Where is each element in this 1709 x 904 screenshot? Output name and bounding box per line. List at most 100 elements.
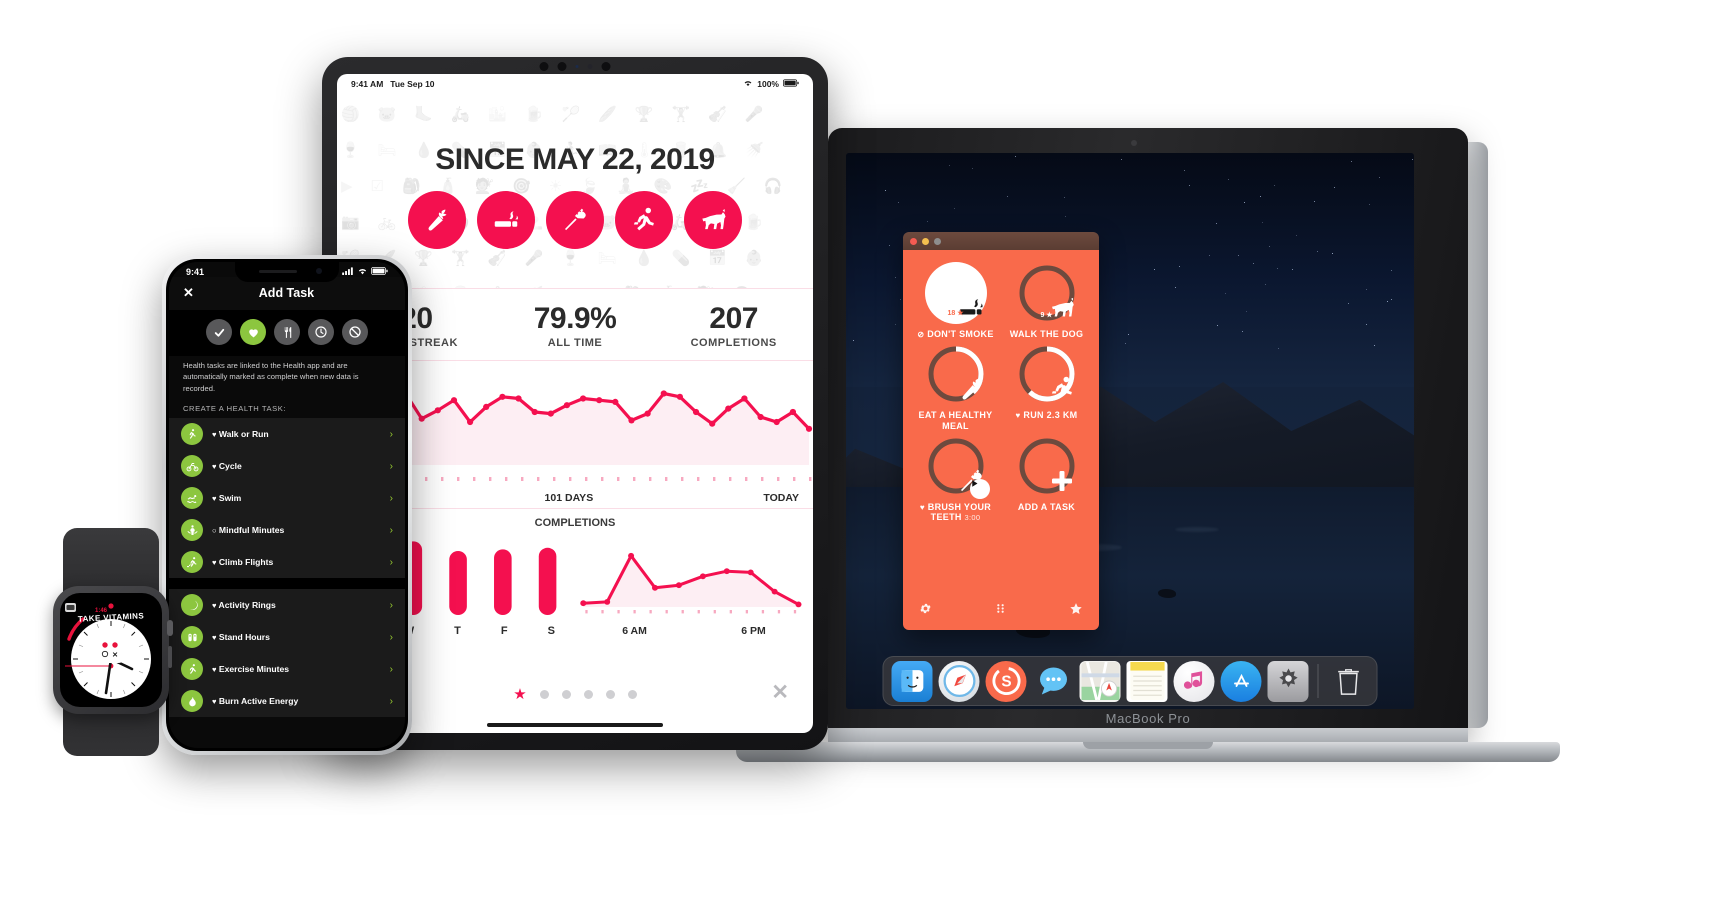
list-item[interactable]: ♥ Stand Hours › [169, 621, 405, 653]
page-dot-active[interactable]: ★ [513, 690, 526, 699]
wifi-icon [357, 267, 368, 277]
close-window-button[interactable] [910, 238, 917, 245]
stat-label: ALL TIME [496, 337, 655, 349]
carrot-icon[interactable] [408, 191, 466, 249]
battery-icon [783, 79, 799, 89]
toothbrush-icon[interactable] [546, 191, 604, 249]
streaks-footer-toolbar [903, 592, 1099, 630]
grid-icon[interactable] [994, 602, 1007, 620]
task-progress-ring[interactable] [925, 343, 987, 405]
front-camera-icon [316, 268, 322, 274]
list-item-prefix-icon: ♥ [212, 665, 216, 674]
task-label: EAT A HEALTHY MEAL [913, 410, 998, 431]
page-dot[interactable] [584, 690, 593, 699]
chevron-right-icon: › [390, 600, 393, 611]
task-tile[interactable]: ♥ RUN 2.3 KM [1004, 343, 1089, 431]
dock-item-notes-icon[interactable] [1127, 661, 1168, 702]
dock-item-maps-icon[interactable] [1080, 661, 1121, 702]
time-label: 6 PM [741, 625, 766, 637]
list-item-label: ♥ Cycle [212, 461, 381, 471]
task-label: ♥ BRUSH YOUR TEETH 3:00 [913, 502, 998, 523]
running-icon[interactable] [615, 191, 673, 249]
close-icon[interactable]: ✕ [183, 285, 194, 301]
list-item-label: ♥ Activity Rings [212, 600, 381, 610]
task-count: 9 ★ [1016, 311, 1078, 319]
task-progress-ring[interactable]: 18 ★ [925, 262, 987, 324]
segment-clock-icon[interactable] [308, 319, 334, 345]
page-dot[interactable] [562, 690, 571, 699]
chevron-right-icon: › [390, 525, 393, 536]
stat-value: 79.9% [496, 302, 655, 336]
page-dot[interactable] [606, 690, 615, 699]
time-of-day-labels: 6 AM 6 PM [575, 625, 813, 637]
create-health-task-header: CREATE A HEALTH TASK: [169, 404, 405, 418]
digital-crown-icon[interactable] [167, 620, 173, 636]
task-tile[interactable]: EAT A HEALTHY MEAL [913, 343, 998, 431]
list-item-label: ♥ Burn Active Energy [212, 696, 381, 706]
task-prefix-icon: ♥ [1016, 411, 1021, 420]
star-icon[interactable] [1069, 602, 1083, 621]
dock-item-app-store-icon[interactable] [1221, 661, 1262, 702]
window-titlebar [903, 232, 1099, 250]
task-progress-ring[interactable]: 9 ★ [1016, 262, 1078, 324]
zoom-window-button[interactable] [934, 238, 941, 245]
gear-icon[interactable] [919, 602, 932, 620]
chevron-right-icon: › [390, 632, 393, 643]
dock-item-trash-icon[interactable] [1328, 661, 1369, 702]
task-label: WALK THE DOG [1010, 329, 1084, 339]
task-tile[interactable]: 18 ★ ⊘ DON'T SMOKE [913, 262, 998, 339]
segment-cutlery-icon[interactable] [274, 319, 300, 345]
list-item-prefix-icon: ♥ [212, 697, 216, 706]
dock-item-safari-icon[interactable] [939, 661, 980, 702]
list-item[interactable]: ♥ Activity Rings › [169, 589, 405, 621]
ipad-ambient-sensor-icon [576, 65, 579, 68]
ipad-battery-percent: 100% [757, 79, 779, 89]
segment-check-icon[interactable] [206, 319, 232, 345]
ipad-face-id-icon [602, 62, 611, 71]
list-item-prefix-icon: ♥ [212, 558, 216, 567]
dog-icon[interactable] [684, 191, 742, 249]
close-icon[interactable]: ✕ [771, 680, 789, 705]
page-dot[interactable] [540, 690, 549, 699]
segment-heart-icon[interactable] [240, 319, 266, 345]
list-item[interactable]: ♥ Swim › [169, 482, 405, 514]
task-tile[interactable]: 9 ★ WALK THE DOG [1004, 262, 1089, 339]
list-item[interactable]: ♥ Walk or Run › [169, 418, 405, 450]
watch-screen: 1:46 ✕ TAKE VITAMINS [60, 593, 162, 707]
task-tile[interactable]: ADD A TASK [1004, 435, 1089, 523]
play-timer-button[interactable] [970, 479, 990, 499]
task-label: ⊘ DON'T SMOKE [917, 329, 993, 339]
list-item[interactable]: ♥ Cycle › [169, 450, 405, 482]
dock-item-system-preferences-icon[interactable] [1268, 661, 1309, 702]
chevron-right-icon: › [390, 429, 393, 440]
side-button-icon[interactable] [168, 646, 172, 668]
segment-prohibited-icon[interactable] [342, 319, 368, 345]
task-tile[interactable]: ♥ BRUSH YOUR TEETH 3:00 [913, 435, 998, 523]
cellular-signal-icon [342, 267, 354, 277]
dock-item-finder-icon[interactable] [892, 661, 933, 702]
product-showcase: 18 ★ ⊘ DON'T SMOKE 9 ★ WALK THE DOG EAT … [0, 0, 1709, 904]
macos-dock[interactable]: S [883, 656, 1378, 706]
list-item[interactable]: ♥ Burn Active Energy › [169, 685, 405, 717]
earpiece-speaker-icon [259, 270, 297, 273]
task-label: ♥ RUN 2.3 KM [1016, 410, 1078, 420]
list-item-label: ○ Mindful Minutes [212, 525, 381, 535]
task-progress-ring[interactable] [1016, 435, 1078, 497]
dock-item-streaks-icon[interactable]: S [986, 661, 1027, 702]
dock-item-itunes-icon[interactable] [1174, 661, 1215, 702]
streaks-mac-window[interactable]: 18 ★ ⊘ DON'T SMOKE 9 ★ WALK THE DOG EAT … [903, 232, 1099, 630]
dock-item-messages-icon[interactable] [1033, 661, 1074, 702]
chevron-right-icon: › [390, 461, 393, 472]
no-smoking-icon[interactable] [477, 191, 535, 249]
list-item[interactable]: ○ Mindful Minutes › [169, 514, 405, 546]
list-item[interactable]: ♥ Climb Flights › [169, 546, 405, 578]
home-indicator[interactable] [487, 723, 663, 727]
list-item-prefix-icon: ♥ [212, 494, 216, 503]
task-progress-ring[interactable] [1016, 343, 1078, 405]
task-timer: 3:00 [965, 513, 981, 522]
page-dot[interactable] [628, 690, 637, 699]
task-type-segmented-control[interactable] [169, 310, 405, 356]
minimize-window-button[interactable] [922, 238, 929, 245]
task-progress-ring[interactable] [925, 435, 987, 497]
list-item[interactable]: ♥ Exercise Minutes › [169, 653, 405, 685]
